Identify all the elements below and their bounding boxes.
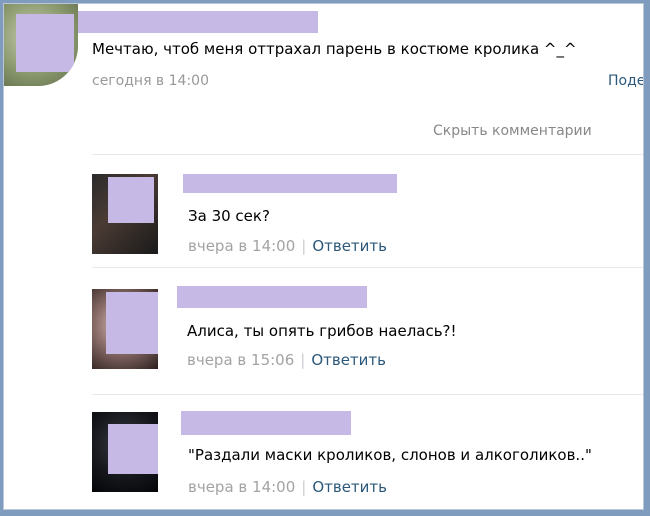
- divider: [92, 154, 643, 155]
- comment-author-name-censored[interactable]: [177, 286, 367, 308]
- comment-author-name-censored[interactable]: [183, 174, 397, 193]
- post-author-name-censored[interactable]: [78, 11, 318, 33]
- comment-author-name-censored[interactable]: [181, 411, 351, 435]
- comment-meta: вчера в 14:00 | Ответить: [188, 237, 387, 255]
- comment-avatar[interactable]: [92, 412, 158, 492]
- share-link[interactable]: Поде: [608, 73, 643, 89]
- hide-comments-link[interactable]: Скрыть комментарии: [433, 123, 592, 139]
- comment-text: За 30 сек?: [188, 207, 270, 225]
- comment-meta: вчера в 14:00 | Ответить: [188, 478, 387, 496]
- comment-date[interactable]: вчера в 14:00: [188, 478, 295, 496]
- avatar-censor-block: [108, 177, 154, 223]
- comment-avatar[interactable]: [92, 174, 158, 254]
- comment-date[interactable]: вчера в 15:06: [187, 351, 294, 369]
- comment-avatar[interactable]: [92, 289, 158, 369]
- meta-separator: |: [301, 478, 307, 496]
- avatar-censor-block: [16, 14, 74, 72]
- post-text: Мечтаю, чтоб меня оттрахал парень в кост…: [92, 40, 577, 58]
- reply-link[interactable]: Ответить: [312, 237, 387, 255]
- post-frame: Мечтаю, чтоб меня оттрахал парень в кост…: [3, 3, 644, 510]
- comment-date[interactable]: вчера в 14:00: [188, 237, 295, 255]
- reply-link[interactable]: Ответить: [311, 351, 386, 369]
- post-author-avatar[interactable]: [4, 4, 78, 86]
- avatar-censor-block: [108, 424, 158, 474]
- comment-text: Алиса, ты опять грибов наелась?!: [187, 322, 457, 340]
- post-date[interactable]: сегодня в 14:00: [92, 73, 209, 89]
- divider: [92, 267, 643, 268]
- avatar-censor-block: [106, 292, 158, 354]
- reply-link[interactable]: Ответить: [312, 478, 387, 496]
- comment-text: "Раздали маски кроликов, слонов и алкого…: [188, 446, 592, 464]
- meta-separator: |: [301, 237, 307, 255]
- comment-meta: вчера в 15:06 | Ответить: [187, 351, 386, 369]
- divider: [92, 394, 643, 395]
- meta-separator: |: [300, 351, 306, 369]
